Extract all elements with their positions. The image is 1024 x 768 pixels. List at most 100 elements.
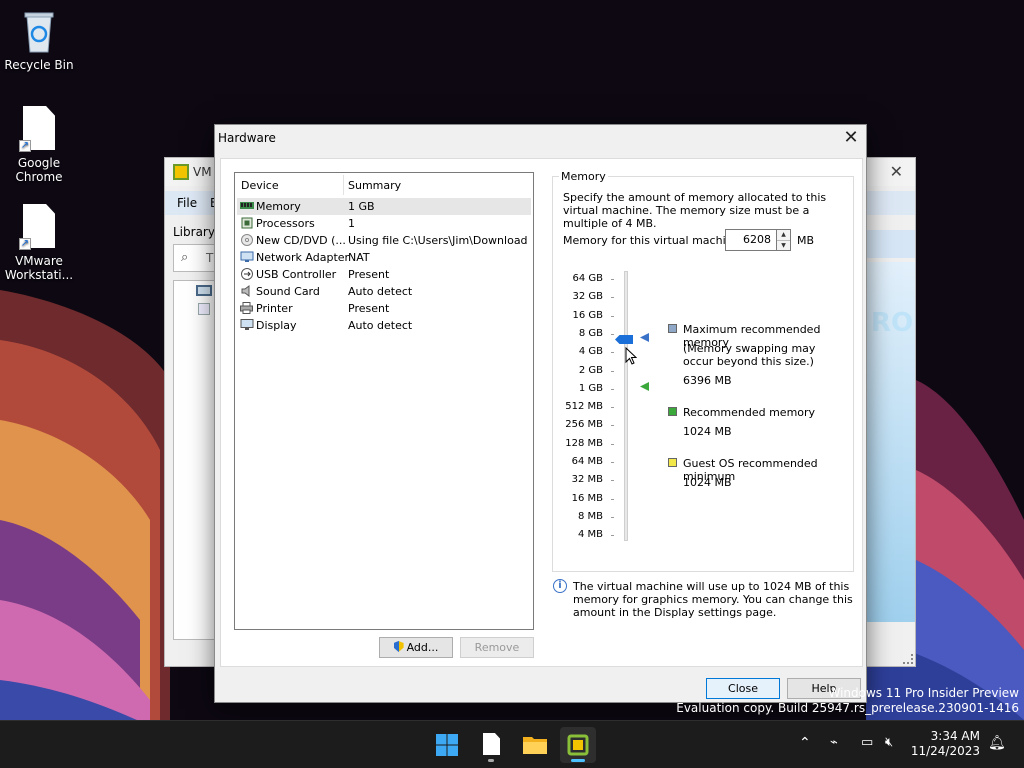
device-row-cd-dvd[interactable]: New CD/DVD (... Using file C:\Users\Jim\… xyxy=(237,232,531,249)
memory-scale-label: 8 GB xyxy=(578,327,603,339)
memory-scale-label: 64 MB xyxy=(571,456,603,467)
memory-size-input[interactable]: 6208 xyxy=(725,229,777,251)
memory-scale-label: 32 MB xyxy=(571,474,603,486)
desktop-icon-vmware-workstation[interactable]: ↗ VMware Workstati... xyxy=(0,204,78,282)
vmware-window-title: VM xyxy=(193,165,212,179)
home-banner: RO xyxy=(867,262,915,622)
taskbar: ⌃ ⌁ ▭ 🔇︎ 3:34 AM 11/24/2023 🔔︎ xyxy=(0,720,1024,768)
desktop-icon-recycle-bin[interactable]: Recycle Bin xyxy=(0,8,78,72)
memory-scale-label: 16 GB xyxy=(572,309,603,321)
recommended-marker-icon xyxy=(640,382,649,391)
vmware-logo-icon xyxy=(173,164,189,180)
column-header-summary[interactable]: Summary xyxy=(348,179,401,192)
start-button[interactable] xyxy=(429,727,465,763)
memory-scale-tick xyxy=(611,279,614,280)
device-summary: Auto detect xyxy=(348,285,413,298)
taskbar-notepad[interactable] xyxy=(473,727,509,763)
device-summary: NAT xyxy=(348,251,370,264)
clock-date: 11/24/2023 xyxy=(910,744,980,758)
memory-scale-label: 8 MB xyxy=(577,510,603,522)
close-icon[interactable]: ✕ xyxy=(890,162,903,181)
display-icon[interactable]: ▭ xyxy=(861,735,873,750)
memory-slider-track[interactable] xyxy=(624,271,628,541)
max-recommended-swatch xyxy=(668,324,677,333)
memory-scale-label: 4 MB xyxy=(577,529,603,541)
spin-up-icon[interactable]: ▲ xyxy=(777,230,790,240)
device-row-usb-controller[interactable]: USB Controller Present xyxy=(237,266,531,283)
device-row-processors[interactable]: Processors 1 xyxy=(237,215,531,232)
computer-icon xyxy=(196,285,212,296)
close-icon[interactable]: ✕ xyxy=(840,127,862,149)
folder-icon xyxy=(523,737,547,754)
desktop-icon-google-chrome[interactable]: ↗ Google Chrome xyxy=(0,106,78,184)
graphics-memory-info: The virtual machine will use up to 1024 … xyxy=(573,580,853,619)
show-hidden-icons-chevron-icon[interactable]: ⌃ xyxy=(799,735,811,751)
windows-watermark-line1: Windows 11 Pro Insider Preview xyxy=(828,686,1019,700)
add-device-button[interactable]: Add... xyxy=(379,637,453,658)
device-row-memory[interactable]: Memory 1 GB xyxy=(237,198,531,215)
memory-scale-tick xyxy=(611,407,614,409)
device-list[interactable]: Device Summary Memory 1 GB Processors 1 … xyxy=(234,172,534,630)
device-summary: Using file C:\Users\Jim\Downloads... xyxy=(348,234,528,247)
device-row-printer[interactable]: Printer Present xyxy=(237,300,531,317)
volume-muted-icon[interactable]: 🔇︎ xyxy=(885,735,893,750)
device-row-network-adapter[interactable]: Network Adapter NAT xyxy=(237,249,531,266)
desktop-icon-label: VMware Workstati... xyxy=(4,254,74,282)
recommended-label: Recommended memory xyxy=(683,406,816,419)
shortcut-arrow-icon: ↗ xyxy=(19,140,31,152)
device-row-sound-card[interactable]: Sound Card Auto detect xyxy=(237,283,531,300)
desktop-icon-label: Google Chrome xyxy=(15,156,63,184)
device-summary: Present xyxy=(348,302,390,315)
memory-scale-tick xyxy=(611,425,614,427)
device-list-header: Device Summary xyxy=(235,173,533,197)
memory-scale-label: 1 GB xyxy=(578,382,603,394)
desktop-icon-label: Recycle Bin xyxy=(4,58,74,72)
memory-scale-tick xyxy=(611,370,614,372)
remove-device-button[interactable]: Remove xyxy=(460,637,534,658)
file-shortcut-icon: ↗ xyxy=(19,204,59,250)
memory-scale-tick xyxy=(611,462,614,463)
close-button[interactable]: Close xyxy=(706,678,780,699)
search-placeholder: T xyxy=(206,251,214,265)
max-recommended-value: 6396 MB xyxy=(683,374,732,387)
column-header-device[interactable]: Device xyxy=(241,179,279,192)
recycle-bin-icon xyxy=(19,8,59,54)
taskbar-file-explorer[interactable] xyxy=(517,727,553,763)
home-tab-strip xyxy=(867,230,915,258)
memory-scale-label: 4 GB xyxy=(578,346,603,358)
mouse-cursor-icon xyxy=(625,347,637,365)
device-name: Printer xyxy=(256,302,293,315)
taskbar-vmware[interactable] xyxy=(560,727,596,763)
search-icon: ⌕ xyxy=(181,250,189,265)
memory-scale-label: 512 MB xyxy=(565,401,603,413)
memory-scale-tick xyxy=(611,516,614,518)
sound-icon xyxy=(240,285,253,297)
device-summary: 1 GB xyxy=(348,200,375,213)
max-recommended-marker-icon xyxy=(640,333,649,342)
network-offline-icon[interactable]: ⌁ xyxy=(830,735,838,750)
memory-group-title: Memory xyxy=(559,170,608,183)
memory-slider-thumb[interactable] xyxy=(615,335,633,344)
windows-logo-icon xyxy=(436,734,458,756)
menu-file[interactable]: File xyxy=(177,196,197,210)
library-tree[interactable] xyxy=(173,280,215,640)
file-shortcut-icon: ↗ xyxy=(19,106,59,152)
spin-down-icon[interactable]: ▼ xyxy=(777,240,790,250)
memory-scale-tick xyxy=(611,315,614,317)
device-name: Display xyxy=(256,319,297,332)
library-search-input[interactable]: ⌕ T xyxy=(173,244,215,272)
dialog-title: Hardware xyxy=(218,131,276,145)
system-clock[interactable]: 3:34 AM 11/24/2023 xyxy=(911,729,980,759)
memory-scale-label: 256 MB xyxy=(565,419,603,431)
banner-text: RO xyxy=(871,308,914,338)
vmware-logo-icon xyxy=(567,734,589,756)
notification-bell-icon[interactable]: 🔔︎ xyxy=(988,735,1006,751)
device-row-display[interactable]: Display Auto detect xyxy=(237,317,531,334)
printer-icon xyxy=(240,302,253,314)
recommended-swatch xyxy=(668,407,677,416)
memory-field-label: Memory for this virtual machine: xyxy=(563,234,744,247)
display-icon xyxy=(240,319,254,331)
memory-spinner[interactable]: ▲ ▼ xyxy=(777,229,791,251)
recommended-value: 1024 MB xyxy=(683,425,732,438)
resize-grip-icon[interactable] xyxy=(903,654,913,664)
